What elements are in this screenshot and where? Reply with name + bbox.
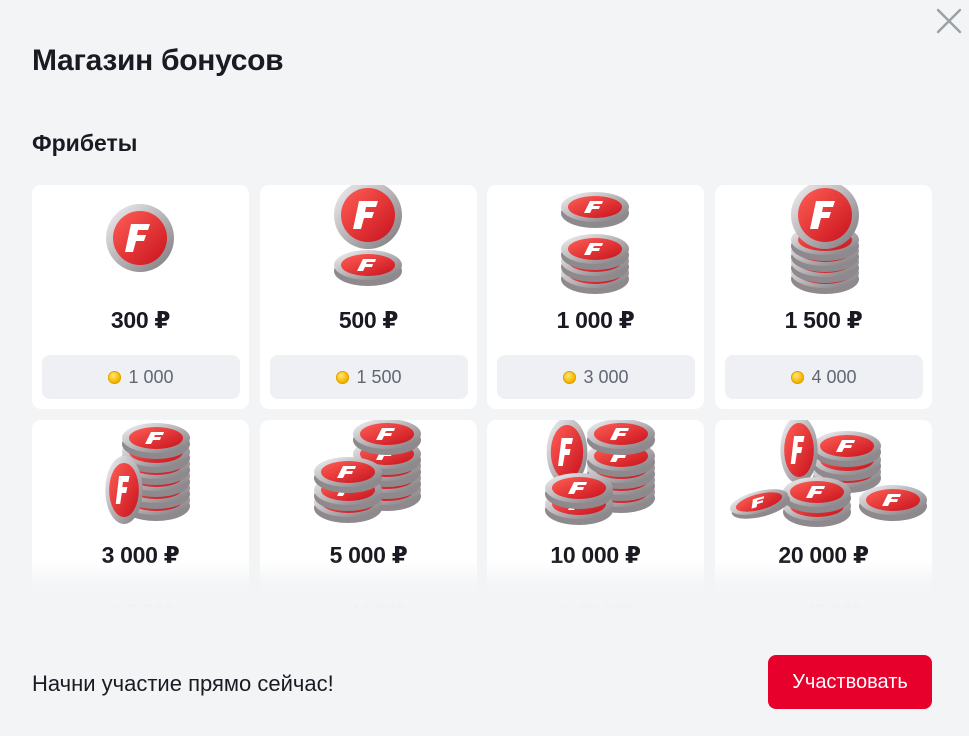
cost-value: 4 000 — [811, 366, 857, 387]
close-icon — [936, 8, 962, 34]
freebet-card[interactable]: 5 000 ₽ 12 000 — [260, 420, 477, 610]
cost-value: 12 000 — [351, 602, 406, 611]
coin-icon — [786, 605, 800, 610]
freebet-amount: 5 000 ₽ — [329, 542, 408, 568]
coin-icon — [331, 605, 345, 610]
dialog-title: Магазин бонусов — [32, 44, 284, 77]
buy-button[interactable]: 23 000 — [497, 590, 695, 610]
freebet-amount: 500 ₽ — [338, 307, 399, 333]
coin-icon — [791, 370, 805, 384]
buy-button[interactable]: 7 500 — [42, 590, 240, 610]
participate-button[interactable]: Участвовать — [768, 655, 932, 709]
coin-stack-image — [545, 420, 655, 525]
coin-stack-image — [314, 420, 421, 523]
freebet-amount: 10 000 ₽ — [550, 542, 641, 568]
freebet-amount: 300 ₽ — [110, 307, 171, 333]
buy-button[interactable]: 12 000 — [270, 590, 468, 610]
coin-stack-image — [106, 204, 174, 272]
freebet-amount: 1 500 ₽ — [784, 307, 863, 333]
coin-stack-image — [334, 185, 402, 286]
cost-value: 23 000 — [578, 602, 633, 611]
freebet-card[interactable]: 10 000 ₽ 23 000 — [487, 420, 704, 610]
buy-button[interactable]: 3 000 — [497, 355, 695, 399]
freebet-amount: 3 000 ₽ — [101, 542, 180, 568]
coin-stack-image — [561, 192, 629, 294]
buy-button[interactable]: 45 000 — [725, 590, 923, 610]
freebet-amount: 20 000 ₽ — [778, 542, 869, 568]
freebet-grid: 300 ₽ 1 000 500 ₽ 1 500 1 000 ₽ 3 000 1 … — [32, 185, 933, 610]
buy-button[interactable]: 1 000 — [42, 355, 240, 399]
cost-value: 45 000 — [806, 602, 861, 611]
freebet-card[interactable]: 20 000 ₽ 45 000 — [715, 420, 932, 610]
cost-value: 3 000 — [583, 366, 629, 387]
coin-stack-image — [791, 185, 859, 294]
coin-stack-image — [725, 420, 927, 527]
freebet-card[interactable]: 1 500 ₽ 4 000 — [715, 185, 932, 409]
coin-icon — [108, 370, 122, 384]
freebet-card[interactable]: 1 000 ₽ 3 000 — [487, 185, 704, 409]
coin-icon — [563, 370, 577, 384]
freebet-card[interactable]: 300 ₽ 1 000 — [32, 185, 249, 409]
buy-button[interactable]: 1 500 — [270, 355, 468, 399]
coin-icon — [108, 605, 122, 610]
buy-button[interactable]: 4 000 — [725, 355, 923, 399]
freebet-amount: 1 000 ₽ — [556, 307, 635, 333]
coin-icon — [336, 370, 350, 384]
cost-value: 1 000 — [128, 366, 174, 387]
section-title: Фрибеты — [32, 130, 138, 156]
freebet-card[interactable]: 500 ₽ 1 500 — [260, 185, 477, 409]
close-button[interactable] — [932, 4, 966, 38]
cost-value: 7 500 — [128, 602, 173, 611]
cta-text: Начни участие прямо сейчас! — [32, 671, 334, 696]
freebet-card[interactable]: 3 000 ₽ 7 500 — [32, 420, 249, 610]
coin-stack-image — [105, 423, 190, 524]
coin-icon — [558, 605, 572, 610]
cost-value: 1 500 — [356, 366, 402, 387]
